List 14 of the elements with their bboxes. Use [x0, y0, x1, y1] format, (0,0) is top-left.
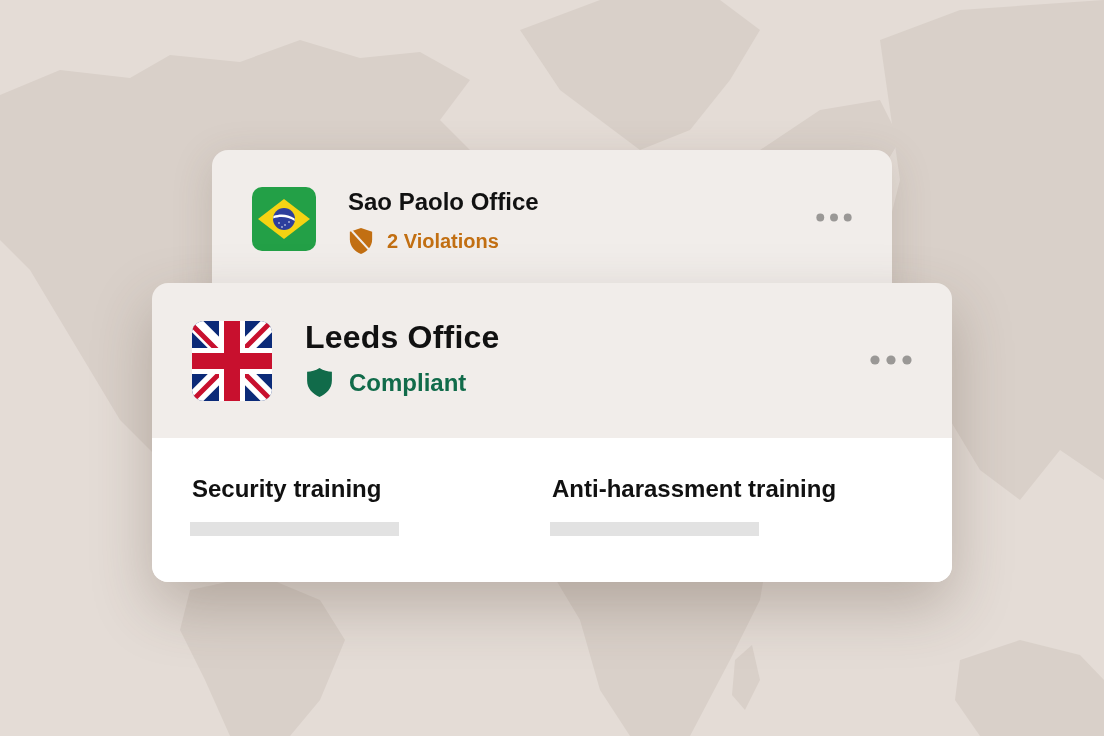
ellipsis-icon — [816, 213, 852, 222]
status-label: Compliant — [349, 368, 467, 397]
crossed-shield-icon — [348, 227, 374, 255]
office-title: Leeds Office — [305, 318, 501, 357]
training-label: Anti-harassment training — [552, 474, 838, 504]
training-label: Security training — [192, 474, 383, 504]
more-button[interactable] — [870, 355, 912, 365]
uk-flag-icon — [192, 321, 272, 401]
shield-icon — [305, 367, 334, 398]
ellipsis-icon — [870, 355, 912, 365]
brazil-flag-icon — [252, 187, 316, 251]
status-label: 2 Violations — [387, 229, 499, 253]
more-button[interactable] — [816, 213, 852, 222]
office-title: Sao Paolo Office — [348, 187, 540, 217]
